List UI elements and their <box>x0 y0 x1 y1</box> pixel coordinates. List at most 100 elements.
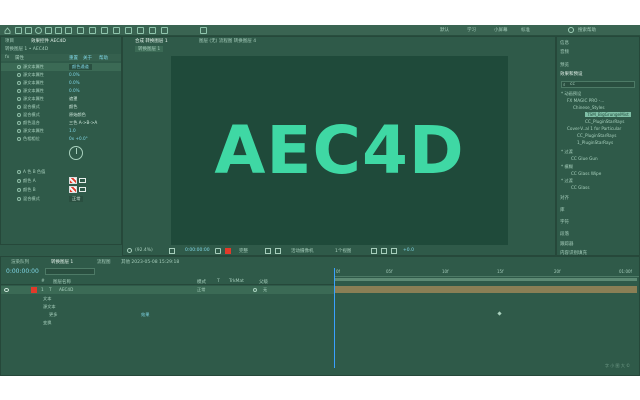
stopwatch-icon[interactable] <box>17 105 21 109</box>
tab-layer[interactable]: 图层 (无) 流程图 转换图层 4 <box>199 38 256 44</box>
roto-tool-icon[interactable] <box>149 27 156 34</box>
tree-item[interactable]: CC_PluginStarRays <box>577 133 616 138</box>
tree-item[interactable]: * 过渡 <box>561 149 573 155</box>
tree-item[interactable]: CC Glass Wipe <box>571 171 601 176</box>
search-help-icon[interactable] <box>568 27 574 33</box>
toggle-icon[interactable] <box>371 248 377 254</box>
property-row[interactable]: 源文本属性 0.0% <box>1 71 121 79</box>
property-row[interactable]: 颜色 A <box>1 177 121 185</box>
workspace-standard[interactable]: 标准 <box>521 27 530 33</box>
character-panel-tab[interactable]: 字符 <box>557 219 635 229</box>
audio-panel-tab[interactable]: 音频 <box>557 49 635 59</box>
timeline-icon[interactable] <box>391 248 397 254</box>
layer-parent[interactable]: 无 <box>263 287 267 293</box>
time-ruler[interactable]: 0f 05f 10f 15f 20f 01:00f <box>334 268 639 277</box>
keyframe-marker[interactable] <box>497 311 502 316</box>
tree-item[interactable]: CC Glass <box>571 185 590 190</box>
tree-item[interactable]: 1_PluginStarRays <box>577 140 613 145</box>
property-row[interactable]: 源文本属性 遮罩 <box>1 95 121 103</box>
eraser-tool-icon[interactable] <box>137 27 144 34</box>
paragraph-panel-tab[interactable]: 段落 <box>557 231 635 241</box>
tab-project[interactable]: 项目 <box>5 38 14 44</box>
tree-item[interactable]: Chinese_Styles <box>573 105 605 110</box>
stopwatch-icon[interactable] <box>17 129 21 133</box>
stopwatch-icon[interactable] <box>17 188 21 192</box>
effects-search-input[interactable]: ⌕ cc <box>561 81 635 88</box>
tree-item[interactable]: * 动画预设 <box>561 91 581 97</box>
snap-toggle-icon[interactable] <box>200 27 207 34</box>
workspace-small-screen[interactable]: 小屏幕 <box>494 27 508 33</box>
property-row[interactable]: 混合模式 正常 <box>1 195 121 203</box>
library-panel-tab[interactable]: 库 <box>557 207 635 217</box>
property-row[interactable]: 源文本属性 颜色通道 <box>1 63 121 71</box>
stopwatch-icon[interactable] <box>17 197 21 201</box>
property-row[interactable]: 混合模式 颜色 <box>1 103 121 111</box>
stopwatch-icon[interactable] <box>17 179 21 183</box>
camera-view-dropdown[interactable]: 活动摄像机 <box>291 248 314 254</box>
composition-viewer[interactable]: AEC4D <box>171 56 508 245</box>
exposure-value[interactable]: +0.0 <box>403 248 414 253</box>
magnifier-icon[interactable] <box>127 248 132 253</box>
help-link[interactable]: 帮助 <box>99 55 108 61</box>
layer-name[interactable]: AEC4D <box>59 287 73 292</box>
timecode-display[interactable]: 0:00:00:00 <box>185 248 210 253</box>
timeline-sub-row[interactable]: 变换 <box>1 319 334 327</box>
property-row[interactable]: 源文本属性 0.0% <box>1 87 121 95</box>
phase-dial-icon[interactable] <box>69 146 83 160</box>
tab-render-queue[interactable]: 渲染队列 <box>11 259 29 265</box>
puppet-tool-icon[interactable] <box>161 27 168 34</box>
property-row[interactable]: 颜色 B <box>1 186 121 194</box>
zoom-tool-icon[interactable] <box>35 27 42 34</box>
property-row[interactable]: 颜色混合 三色 A->B->A <box>1 119 121 127</box>
reset-link[interactable]: 重置 <box>69 55 78 61</box>
home-icon[interactable] <box>4 27 11 34</box>
comp-sub-tab[interactable]: 转换图层 1 <box>135 46 164 52</box>
eyedropper-icon[interactable] <box>79 178 86 183</box>
pen-tool-icon[interactable] <box>89 27 96 34</box>
type-tool-icon[interactable] <box>101 27 108 34</box>
quality-dropdown[interactable]: 完整 <box>239 248 248 254</box>
selection-tool-icon[interactable] <box>15 27 22 34</box>
tree-item[interactable]: Cover-V..al 1 for Particular <box>567 126 621 131</box>
stopwatch-icon[interactable] <box>17 137 21 141</box>
camera-tool-icon[interactable] <box>55 27 62 34</box>
stopwatch-icon[interactable] <box>17 97 21 101</box>
timeline-search-input[interactable] <box>45 268 95 275</box>
work-area-bar[interactable] <box>335 278 637 281</box>
tree-item[interactable]: * 模糊 <box>561 164 573 170</box>
tab-flowchart[interactable]: 流程图 <box>97 259 111 265</box>
timeline-sub-row[interactable]: 源文本 <box>1 303 334 311</box>
stopwatch-icon[interactable] <box>17 73 21 77</box>
color-a-swatch[interactable] <box>69 177 77 184</box>
rotate-tool-icon[interactable] <box>45 27 52 34</box>
layer-mode[interactable]: 正常 <box>197 287 205 293</box>
timeline-sub-row[interactable]: 更多 效果 <box>1 311 334 319</box>
stopwatch-icon[interactable] <box>17 89 21 93</box>
timeline-layer-row[interactable]: 1 T AEC4D 正常 无 <box>1 286 334 294</box>
sub-row-link[interactable]: 效果 <box>141 312 149 318</box>
tab-composition[interactable]: 合成 转换图层 1 <box>135 38 168 44</box>
tree-item-selected[interactable]: TSM_BigGrungeMist <box>585 112 631 117</box>
fast-preview-icon[interactable] <box>381 248 387 254</box>
property-row[interactable]: 色相相位 0x +0.0° <box>1 135 121 143</box>
align-panel-tab[interactable]: 对齐 <box>557 195 635 205</box>
effects-presets-title[interactable]: 效果和预设 <box>557 71 635 81</box>
tree-item[interactable]: * 过渡 <box>561 178 573 184</box>
tab-timeline-comp[interactable]: 转换图层 1 <box>51 259 73 265</box>
about-link[interactable]: 关于 <box>83 55 92 61</box>
tab-effect-controls[interactable]: 效果控件 AEC4D <box>31 38 66 44</box>
grid-icon[interactable] <box>169 248 175 254</box>
search-help-input[interactable]: 搜索帮助 <box>578 27 596 33</box>
views-dropdown[interactable]: 1个视图 <box>335 248 351 254</box>
parent-pickwhip-icon[interactable] <box>253 288 257 292</box>
property-row[interactable]: A 色 B 色值 <box>1 168 121 176</box>
transparency-grid-icon[interactable] <box>275 248 281 254</box>
shape-tool-icon[interactable] <box>77 27 84 34</box>
stopwatch-icon[interactable] <box>17 121 21 125</box>
property-row[interactable]: 混合模式 原始颜色 <box>1 111 121 119</box>
tree-item[interactable]: CC_PluginStarRays <box>585 119 624 124</box>
eyedropper-icon[interactable] <box>79 187 86 192</box>
brush-tool-icon[interactable] <box>113 27 120 34</box>
eye-icon[interactable] <box>4 288 9 292</box>
color-picker-icon[interactable] <box>225 248 231 254</box>
